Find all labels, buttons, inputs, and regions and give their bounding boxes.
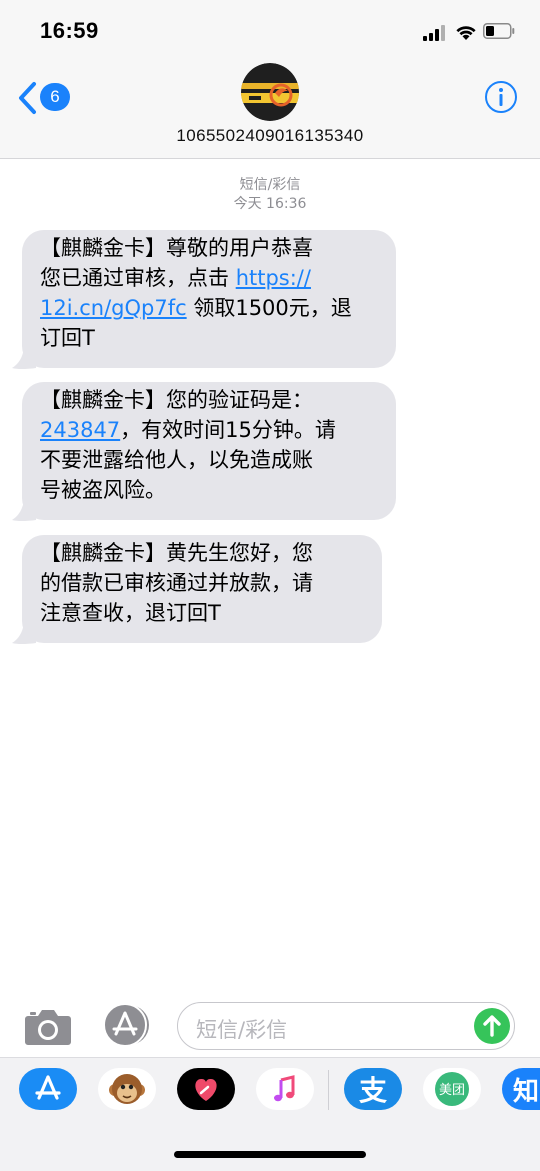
message-text: 【麒麟金卡】您的验证码是： 243847，有效时间15分钟。请 不要泄露给他人，… xyxy=(40,388,336,502)
heart-icon xyxy=(195,1078,217,1101)
back-button[interactable]: 6 xyxy=(16,80,74,116)
message-text: 【麒麟金卡】尊敬的用户恭喜 您已通过审核，点击 https:// 12i.cn/… xyxy=(40,236,352,350)
arrow-up-icon xyxy=(483,1015,501,1037)
status-time: 16:59 xyxy=(40,18,99,43)
zhihu-icon: 知 xyxy=(513,1077,539,1107)
app-store-app-icon[interactable] xyxy=(19,1068,77,1110)
animoji-app-icon[interactable] xyxy=(98,1068,156,1110)
chevron-left-icon xyxy=(19,82,36,114)
app-store-glyph-icon xyxy=(35,1075,61,1100)
card-logo-icon xyxy=(241,63,299,121)
svg-text:知: 知 xyxy=(513,1077,539,1107)
meituan-app-icon[interactable]: 美团 xyxy=(423,1068,481,1110)
app-store-icon[interactable] xyxy=(101,1003,151,1047)
cellular-signal-icon xyxy=(423,25,445,41)
battery-icon xyxy=(483,23,515,39)
bubble-tail xyxy=(12,348,36,369)
music-app-icon[interactable] xyxy=(256,1068,314,1110)
drawer-divider xyxy=(328,1070,329,1110)
unread-count-badge: 6 xyxy=(40,83,70,111)
wifi-icon xyxy=(456,26,476,40)
bubble-tail xyxy=(12,623,36,644)
conversation-header: 6 1065502409016135340 xyxy=(0,60,540,159)
message-input[interactable]: 短信/彩信 xyxy=(177,1002,515,1050)
message-link[interactable]: https:// xyxy=(236,266,311,290)
svg-text:支: 支 xyxy=(359,1074,387,1107)
message-timestamp: 今天 16:36 xyxy=(233,196,307,212)
contact-avatar[interactable] xyxy=(241,63,299,121)
send-button[interactable] xyxy=(474,1008,510,1044)
home-indicator[interactable] xyxy=(174,1151,366,1158)
message-bubble[interactable]: 【麒麟金卡】您的验证码是： 243847，有效时间15分钟。请 不要泄露给他人，… xyxy=(12,382,396,521)
verification-code-link[interactable]: 243847 xyxy=(40,418,120,442)
status-bar: 16:59 xyxy=(0,0,540,60)
svg-text:美团: 美团 xyxy=(439,1083,465,1098)
digital-touch-app-icon[interactable] xyxy=(177,1068,235,1110)
bubble-tail xyxy=(12,500,36,521)
contact-number[interactable]: 1065502409016135340 xyxy=(0,126,540,146)
info-icon[interactable] xyxy=(484,80,518,114)
camera-icon[interactable] xyxy=(24,1006,72,1046)
zhihu-app-icon[interactable]: 知 xyxy=(502,1068,540,1110)
service-label: 短信/彩信 xyxy=(239,177,301,193)
message-bubble[interactable]: 【麒麟金卡】尊敬的用户恭喜 您已通过审核，点击 https:// 12i.cn/… xyxy=(12,230,396,369)
alipay-icon: 支 xyxy=(359,1074,387,1107)
message-text: 【麒麟金卡】黄先生您好，您 的借款已审核通过并放款，请 注意查收，退订回T xyxy=(40,541,313,625)
message-input-placeholder: 短信/彩信 xyxy=(196,1018,288,1042)
monkey-icon xyxy=(109,1074,145,1104)
alipay-app-icon[interactable]: 支 xyxy=(344,1068,402,1110)
meituan-icon: 美团 xyxy=(435,1072,469,1106)
message-bubble[interactable]: 【麒麟金卡】黄先生您好，您 的借款已审核通过并放款，请 注意查收，退订回T xyxy=(12,535,382,644)
music-note-icon xyxy=(274,1075,295,1102)
conversation-meta: 短信/彩信 今天 16:36 xyxy=(0,176,540,214)
message-link[interactable]: 12i.cn/gQp7fc xyxy=(40,296,187,320)
